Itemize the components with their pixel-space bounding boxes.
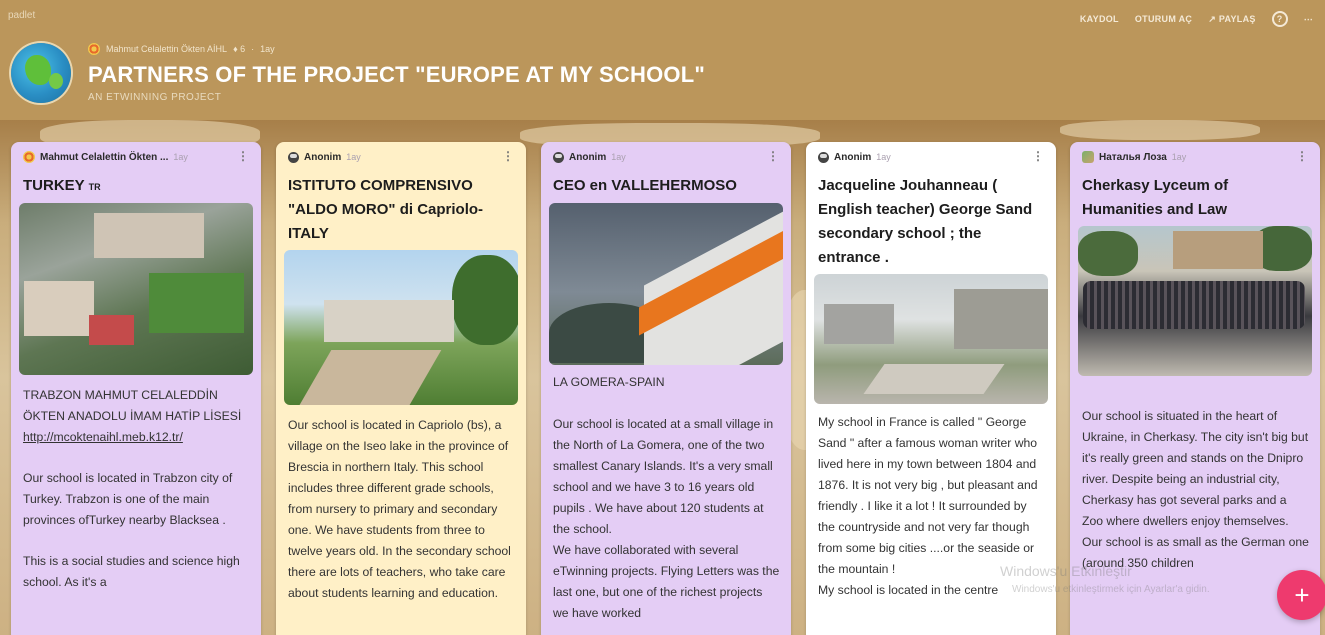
- post-title: CEO en VALLEHERMOSO: [553, 177, 737, 194]
- add-post-button[interactable]: +: [1277, 570, 1325, 620]
- school-website-link[interactable]: http://mcoktenaihl.meb.k12.tr/: [23, 430, 183, 444]
- anonymous-avatar-icon: [553, 151, 564, 163]
- post-image-school-building[interactable]: [284, 250, 518, 405]
- post-author: Mahmut Celalettin Ökten ...: [40, 151, 169, 163]
- post-card[interactable]: Anonim 1ay ⋮ CEO en VALLEHERMOSO LA GOME…: [541, 142, 791, 635]
- post-header: Anonim 1ay ⋮: [288, 149, 514, 165]
- anonymous-avatar-icon: [818, 151, 829, 163]
- post-time: 1ay: [346, 152, 361, 162]
- post-time: 1ay: [611, 152, 626, 162]
- top-actions: KAYDOL OTURUM AÇ ↗ PAYLAŞ ? ⋯: [1080, 11, 1313, 27]
- post-header: Mahmut Celalettin Ökten ... 1ay ⋮: [23, 149, 249, 165]
- post-image-school-entrance[interactable]: [814, 274, 1048, 404]
- author-avatar-icon: [1082, 151, 1094, 163]
- post-header: Anonim 1ay ⋮: [818, 149, 1044, 165]
- padlet-logo[interactable]: padlet: [8, 10, 35, 21]
- board-author[interactable]: Mahmut Celalettin Ökten AİHL: [106, 44, 227, 54]
- post-title: Jacqueline Jouhanneau ( English teacher)…: [818, 177, 1033, 266]
- post-body: Our school is located in Capriolo (bs), …: [288, 415, 516, 624]
- post-card[interactable]: Anonim 1ay ⋮ Jacqueline Jouhanneau ( Eng…: [806, 142, 1056, 635]
- post-time: 1ay: [1171, 152, 1187, 162]
- board-likes: ♦ 6: [233, 44, 246, 54]
- help-icon[interactable]: ?: [1271, 11, 1288, 27]
- post-card[interactable]: Anonim 1ay ⋮ ISTITUTO COMPRENSIVO "ALDO …: [276, 142, 526, 635]
- author-avatar-icon: [23, 151, 35, 163]
- post-paragraph: Our school is situated in the heart of U…: [1082, 409, 1309, 528]
- windows-activation-watermark: Windows'u Etkinleştir: [1000, 563, 1132, 579]
- login-button[interactable]: OTURUM AÇ: [1135, 14, 1192, 24]
- post-time: 1ay: [876, 152, 891, 162]
- post-paragraph: Our school is located in Capriolo (bs), …: [288, 418, 511, 600]
- post-body: Our school is located at a small village…: [553, 414, 781, 635]
- post-author: Anonim: [834, 151, 872, 163]
- post-paragraph: Our school is located at a small village…: [553, 417, 774, 536]
- author-avatar-icon: [88, 43, 100, 55]
- post-title: ISTITUTO COMPRENSIVO "ALDO MORO" di Capr…: [288, 177, 484, 242]
- post-menu-icon[interactable]: ⋮: [767, 149, 779, 163]
- post-image-school-aerial[interactable]: [19, 203, 253, 375]
- post-image-school-building[interactable]: [549, 203, 783, 365]
- post-title: TURKEY TR: [23, 174, 249, 199]
- post-paragraph: My school in France is called " George S…: [818, 415, 1038, 576]
- post-paragraph: We have collaborated with several eTwinn…: [553, 543, 780, 620]
- signup-button[interactable]: KAYDOL: [1080, 14, 1119, 24]
- board-meta: Mahmut Celalettin Ökten AİHL ♦ 6 · 1ay: [88, 43, 275, 55]
- post-title-text: TURKEY: [23, 177, 85, 194]
- post-author: Наталья Лоза: [1099, 151, 1167, 163]
- post-author: Anonim: [569, 151, 607, 163]
- share-button[interactable]: ↗ PAYLAŞ: [1208, 14, 1255, 25]
- post-header: Anonim 1ay ⋮: [553, 149, 779, 165]
- post-header: Наталья Лоза 1ay ⋮: [1082, 149, 1308, 165]
- more-icon[interactable]: ⋯: [1304, 14, 1313, 25]
- board-avatar-globe-icon: [11, 43, 71, 103]
- anonymous-avatar-icon: [288, 151, 299, 163]
- post-menu-icon[interactable]: ⋮: [237, 149, 249, 163]
- board-title: PARTNERS OF THE PROJECT "EUROPE AT MY SC…: [88, 62, 705, 87]
- post-menu-icon[interactable]: ⋮: [1296, 149, 1308, 163]
- windows-activation-hint: Windows'u etkinleştirmek için Ayarlar'a …: [1012, 584, 1210, 595]
- post-menu-icon[interactable]: ⋮: [502, 149, 514, 163]
- post-paragraph: Our school is located in Trabzon city of…: [23, 471, 233, 527]
- separator: ·: [251, 44, 255, 54]
- post-image-students-group[interactable]: [1078, 226, 1312, 376]
- board-subtitle: AN ETWINNING PROJECT: [88, 92, 222, 103]
- post-paragraph: This is a social studies and science hig…: [23, 554, 240, 589]
- post-time: 1ay: [173, 152, 188, 162]
- post-body: TRABZON MAHMUT CELALEDDİN ÖKTEN ANADOLU …: [23, 385, 251, 613]
- post-title: Cherkasy Lyceum of Humanities and Law: [1082, 177, 1229, 218]
- post-menu-icon[interactable]: ⋮: [1032, 149, 1044, 163]
- post-caption: LA GOMERA-SPAIN: [553, 375, 665, 389]
- flag-code: TR: [88, 182, 101, 192]
- post-author: Anonim: [304, 151, 342, 163]
- post-card[interactable]: Наталья Лоза 1ay ⋮ Cherkasy Lyceum of Hu…: [1070, 142, 1320, 635]
- board-header: padlet KAYDOL OTURUM AÇ ↗ PAYLAŞ ? ⋯ Mah…: [0, 0, 1325, 120]
- board-time: 1ay: [260, 44, 275, 54]
- post-card[interactable]: Mahmut Celalettin Ökten ... 1ay ⋮ TURKEY…: [11, 142, 261, 635]
- share-label: PAYLAŞ: [1218, 13, 1256, 24]
- post-paragraph: TRABZON MAHMUT CELALEDDİN ÖKTEN ANADOLU …: [23, 388, 242, 423]
